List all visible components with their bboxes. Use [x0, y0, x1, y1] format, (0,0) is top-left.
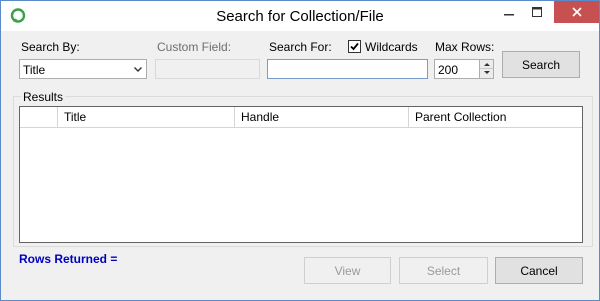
max-rows-value: 200 [438, 63, 459, 77]
max-rows-label: Max Rows: [435, 40, 495, 54]
dialog-body: Search By: Title Custom Field: Search Fo… [1, 31, 599, 300]
results-label: Results [21, 90, 66, 104]
results-grid-header: Title Handle Parent Collection [20, 107, 582, 128]
chevron-down-icon [134, 67, 142, 72]
checkmark-icon [350, 42, 359, 51]
maximize-icon [532, 7, 542, 17]
minimize-icon [504, 14, 514, 16]
search-for-label: Search For: [269, 40, 332, 54]
column-header-title[interactable]: Title [58, 107, 235, 127]
column-header-parent-collection[interactable]: Parent Collection [409, 107, 582, 127]
results-grid[interactable]: Title Handle Parent Collection [19, 106, 583, 243]
column-header-handle[interactable]: Handle [235, 107, 409, 127]
row-selector-header[interactable] [20, 107, 58, 127]
rows-returned-label: Rows Returned = [19, 252, 118, 266]
spin-down-icon [484, 71, 490, 74]
view-button[interactable]: View [304, 257, 391, 284]
spin-up-icon [484, 63, 490, 66]
search-for-input[interactable] [267, 59, 428, 79]
minimize-button[interactable] [495, 1, 523, 23]
select-button[interactable]: Select [399, 257, 488, 284]
search-dialog: Search for Collection/File Search By: Ti… [0, 0, 600, 301]
maximize-button[interactable] [523, 1, 551, 23]
wildcards-checkbox[interactable] [348, 40, 361, 53]
wildcards-label[interactable]: Wildcards [365, 40, 418, 54]
close-icon [571, 7, 582, 17]
search-by-label: Search By: [21, 40, 80, 54]
max-rows-spinner[interactable]: 200 [434, 59, 494, 79]
spin-up-button[interactable] [479, 60, 493, 69]
search-button[interactable]: Search [502, 51, 580, 78]
search-by-dropdown[interactable]: Title [19, 59, 147, 79]
custom-field-input [155, 59, 260, 79]
search-by-value: Title [23, 63, 46, 77]
cancel-button[interactable]: Cancel [495, 257, 583, 284]
close-button[interactable] [554, 1, 599, 23]
title-bar[interactable]: Search for Collection/File [1, 1, 599, 31]
custom-field-label: Custom Field: [157, 40, 232, 54]
spin-down-button[interactable] [479, 69, 493, 78]
